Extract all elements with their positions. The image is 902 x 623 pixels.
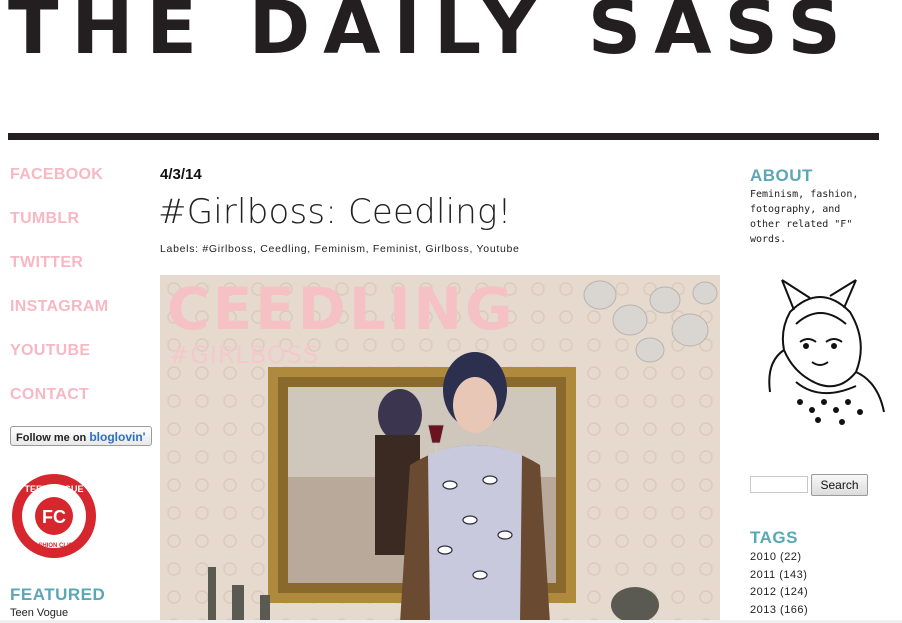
image-overlay-title: CEEDLING	[167, 275, 516, 343]
badge-bottom-text: FASHION CLICK	[31, 543, 78, 549]
archive-item-2011[interactable]: 2011 (143)	[750, 569, 808, 587]
about-heading: ABOUT	[750, 166, 813, 185]
author-doodle-image	[768, 279, 885, 425]
post-labels[interactable]: Labels: #Girlboss, Ceedling, Feminism, F…	[160, 243, 520, 255]
bloglovin-follow-button[interactable]: Follow me on bloglovin'	[10, 426, 152, 446]
tags-heading: TAGS	[750, 528, 798, 547]
bloglovin-brand: bloglovin'	[89, 430, 146, 444]
search-button[interactable]: Search	[811, 474, 868, 496]
badge-top-text: TEEN VOGUE	[24, 484, 83, 494]
badge-center-text: FC	[42, 507, 66, 527]
archive-item-2010[interactable]: 2010 (22)	[750, 551, 808, 569]
facebook-link[interactable]: FACEBOOK	[10, 166, 140, 210]
twitter-link[interactable]: TWITTER	[10, 254, 140, 298]
archive-item-2013[interactable]: 2013 (166)	[750, 604, 808, 622]
contact-link[interactable]: CONTACT	[10, 386, 140, 430]
search-input[interactable]	[750, 476, 808, 493]
image-overlay-subtitle: #GIRLBOSS	[169, 341, 320, 369]
about-text: Feminism, fashion, fotography, and other…	[750, 189, 859, 245]
header-divider	[8, 133, 879, 140]
post-date: 4/3/14	[160, 166, 202, 183]
blog-title[interactable]: THE DAILY SASS	[8, 0, 888, 68]
youtube-link[interactable]: YOUTUBE	[10, 342, 140, 386]
featured-heading: FEATURED	[10, 585, 106, 604]
tumblr-link[interactable]: TUMBLR	[10, 210, 140, 254]
bloglovin-prefix: Follow me on	[16, 432, 87, 444]
archive-item-2012[interactable]: 2012 (124)	[750, 586, 808, 604]
teen-vogue-fashion-click-badge[interactable]: TEEN VOGUE FC FASHION CLICK	[10, 472, 98, 560]
social-nav: FACEBOOK TUMBLR TWITTER INSTAGRAM YOUTUB…	[10, 166, 140, 430]
archive-list: 2010 (22) 2011 (143) 2012 (124) 2013 (16…	[750, 551, 808, 621]
post-title[interactable]: #Girlboss: Ceedling!	[158, 192, 511, 232]
post-featured-image[interactable]: CEEDLING #GIRLBOSS	[160, 275, 720, 623]
instagram-link[interactable]: INSTAGRAM	[10, 298, 140, 342]
featured-item[interactable]: Teen Vogue	[10, 607, 68, 619]
